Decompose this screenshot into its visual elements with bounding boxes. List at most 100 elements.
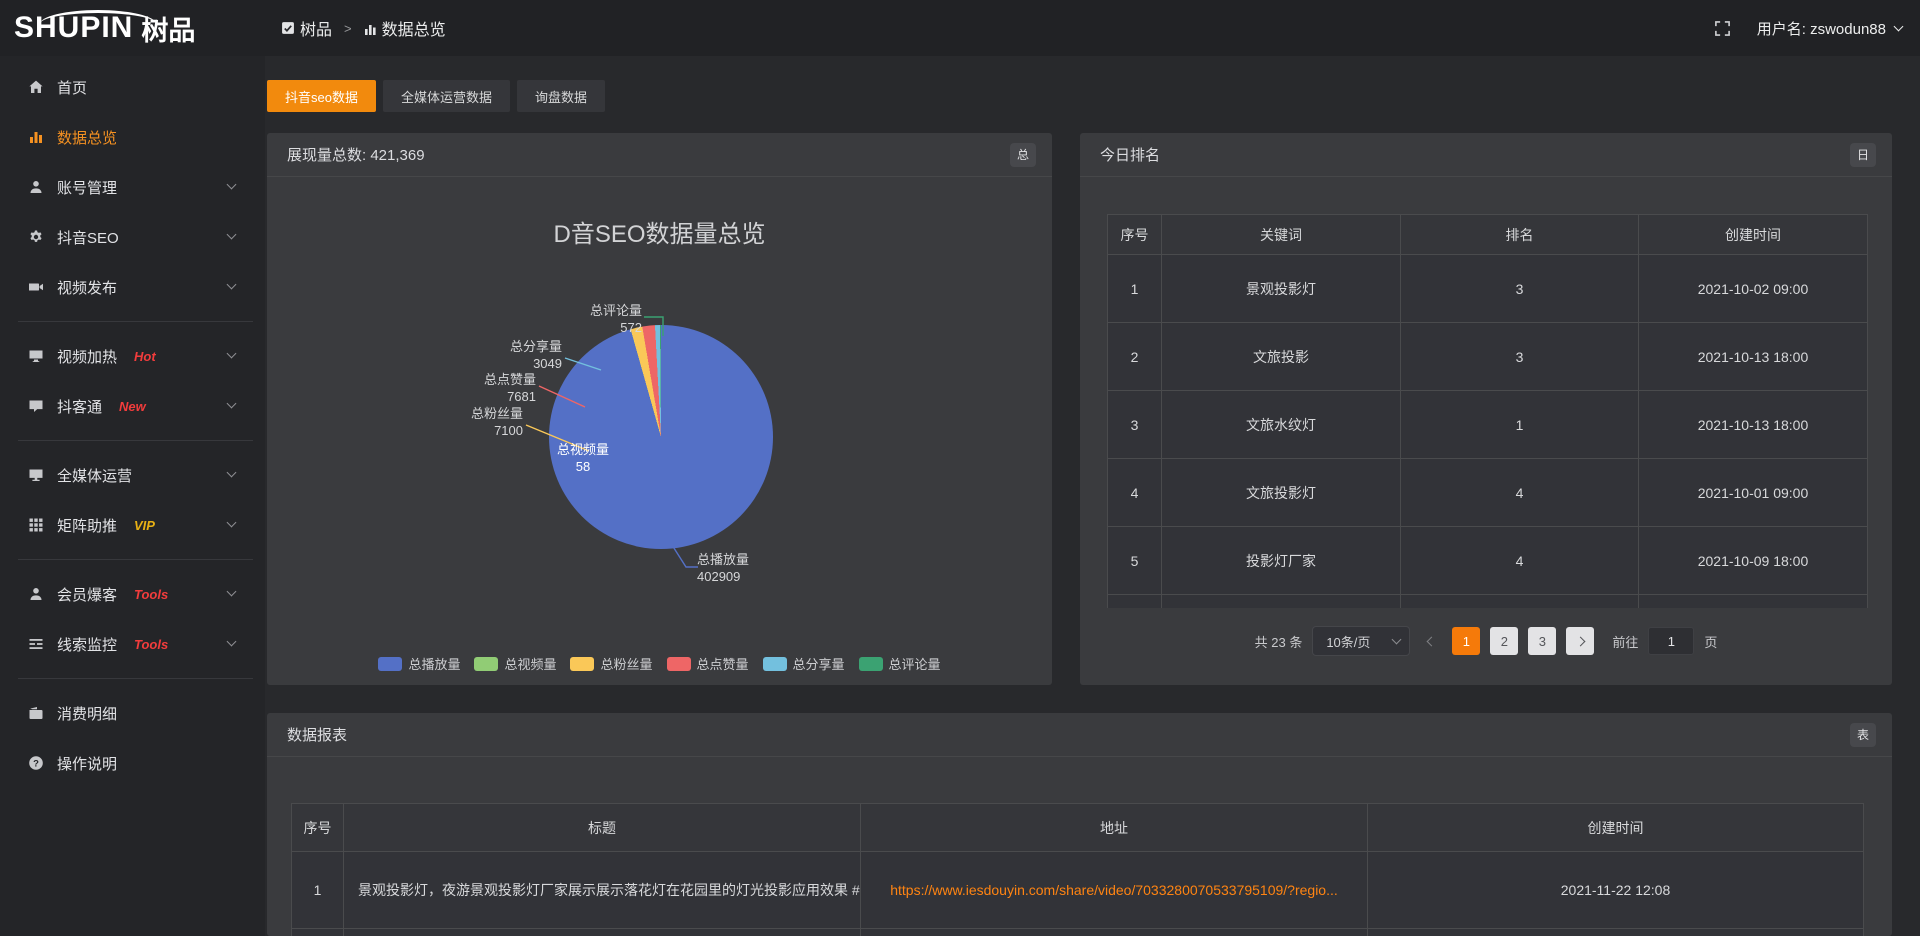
breadcrumb: 树品 > 数据总览 bbox=[281, 16, 446, 40]
app-square-icon bbox=[281, 21, 295, 35]
today-ranking-panel: 今日排名 日 序号 关键词 排名 创建时间 1 景观投影灯 3 bbox=[1080, 133, 1892, 685]
sidebar-divider bbox=[18, 678, 253, 679]
ranking-title: 今日排名 bbox=[1100, 144, 1160, 165]
app-logo[interactable]: SHUPIN 树品 bbox=[0, 9, 265, 48]
sidebar-item-video-heat[interactable]: 视频加热 Hot bbox=[0, 331, 265, 381]
page-button-1[interactable]: 1 bbox=[1452, 627, 1480, 655]
sidebar-item-matrix-boost[interactable]: 矩阵助推 VIP bbox=[0, 500, 265, 550]
help-icon: ? bbox=[27, 755, 44, 772]
monitor-icon bbox=[27, 467, 44, 484]
header-right: 用户名: zswodun88 bbox=[1714, 18, 1920, 39]
bar-chart-icon bbox=[364, 22, 377, 35]
home-icon bbox=[27, 79, 44, 96]
sidebar-item-instructions[interactable]: ? 操作说明 bbox=[0, 738, 265, 788]
legend-swatch bbox=[378, 657, 402, 671]
table-row-clipped bbox=[292, 929, 1864, 936]
breadcrumb-current: 数据总览 bbox=[382, 16, 446, 40]
sidebar-divider bbox=[18, 440, 253, 441]
new-badge: New bbox=[119, 399, 146, 414]
sidebar-item-douketong[interactable]: 抖客通 New bbox=[0, 381, 265, 431]
legend-swatch bbox=[859, 657, 883, 671]
legend-item-plays[interactable]: 总播放量 bbox=[378, 654, 460, 673]
table-row: 3 文旅水纹灯 1 2021-10-13 18:00 bbox=[1108, 391, 1868, 459]
data-report-panel: 数据报表 表 序号 标题 地址 创建时间 1 景观投影灯，夜游景观投影灯厂家展示… bbox=[267, 713, 1892, 936]
tab-omnimedia-data[interactable]: 全媒体运营数据 bbox=[383, 80, 510, 112]
table-row: 4 文旅投影灯 4 2021-10-01 09:00 bbox=[1108, 459, 1868, 527]
chat-bubble-icon bbox=[27, 398, 44, 415]
tools-badge: Tools bbox=[134, 587, 168, 602]
fullscreen-icon[interactable] bbox=[1714, 20, 1731, 37]
user-menu[interactable]: 用户名: zswodun88 bbox=[1757, 18, 1902, 39]
tools-badge: Tools bbox=[134, 637, 168, 652]
tab-douyin-seo-data[interactable]: 抖音seo数据 bbox=[267, 80, 376, 112]
goto-unit-label: 页 bbox=[1704, 632, 1717, 651]
goto-page-input[interactable] bbox=[1648, 627, 1694, 655]
table-row-clipped bbox=[1108, 595, 1868, 609]
pie-label-plays: 总播放量 402909 bbox=[697, 551, 787, 585]
chevron-down-icon bbox=[227, 399, 237, 409]
daily-view-badge[interactable]: 日 bbox=[1850, 143, 1876, 167]
page-size-select[interactable]: 10条/页 bbox=[1312, 626, 1410, 656]
sidebar-item-video-publish[interactable]: 视频发布 bbox=[0, 262, 265, 312]
report-table: 序号 标题 地址 创建时间 1 景观投影灯，夜游景观投影灯厂家展示展示落花灯在花… bbox=[291, 803, 1864, 936]
chevron-down-icon bbox=[227, 468, 237, 478]
grid-icon bbox=[27, 517, 44, 534]
ranking-table: 序号 关键词 排名 创建时间 1 景观投影灯 3 2021-10-02 09:0… bbox=[1107, 214, 1868, 608]
prev-page-button[interactable] bbox=[1420, 638, 1442, 645]
goto-label: 前往 bbox=[1612, 632, 1638, 651]
chevron-down-icon bbox=[227, 518, 237, 528]
tab-inquiry-data[interactable]: 询盘数据 bbox=[517, 80, 605, 112]
chevron-down-icon bbox=[227, 180, 237, 190]
next-page-button[interactable] bbox=[1566, 627, 1594, 655]
vip-badge: VIP bbox=[134, 518, 155, 533]
gear-icon bbox=[27, 229, 44, 246]
total-view-badge[interactable]: 总 bbox=[1010, 143, 1036, 167]
sidebar-item-lead-monitor[interactable]: 线索监控 Tools bbox=[0, 619, 265, 669]
legend-item-videos[interactable]: 总视频量 bbox=[474, 654, 556, 673]
pie-chart-title: D音SEO数据量总览 bbox=[267, 214, 1052, 249]
data-tabs: 抖音seo数据 全媒体运营数据 询盘数据 bbox=[267, 80, 1892, 112]
legend-item-fans[interactable]: 总粉丝量 bbox=[570, 654, 652, 673]
chevron-down-icon bbox=[227, 230, 237, 240]
table-row: 1 景观投影灯，夜游景观投影灯厂家展示展示落花灯在花园里的灯光投影应用效果 # … bbox=[292, 852, 1864, 929]
chevron-down-icon bbox=[227, 637, 237, 647]
table-view-badge[interactable]: 表 bbox=[1850, 723, 1876, 747]
sliders-icon bbox=[27, 636, 44, 653]
person-icon bbox=[27, 586, 44, 603]
legend-item-likes[interactable]: 总点赞量 bbox=[667, 654, 749, 673]
sidebar-item-douyin-seo[interactable]: 抖音SEO bbox=[0, 212, 265, 262]
bar-chart-icon bbox=[27, 129, 44, 146]
pie-label-fans: 总粉丝量 7100 bbox=[443, 405, 523, 439]
chart-legend: 总播放量 总视频量 总粉丝量 总点赞量 总分享量 bbox=[267, 654, 1052, 673]
sidebar-item-account-management[interactable]: 账号管理 bbox=[0, 162, 265, 212]
username-label: 用户名: zswodun88 bbox=[1757, 18, 1886, 39]
legend-item-shares[interactable]: 总分享量 bbox=[763, 654, 845, 673]
pie-label-comments: 总评论量 572 bbox=[562, 302, 642, 336]
breadcrumb-root[interactable]: 树品 bbox=[300, 16, 332, 40]
sidebar-divider bbox=[18, 559, 253, 560]
pagination-total: 共 23 条 bbox=[1255, 632, 1303, 651]
report-panel-header: 数据报表 表 bbox=[267, 713, 1892, 757]
table-header-row: 序号 关键词 排名 创建时间 bbox=[1108, 215, 1868, 255]
video-heat-icon bbox=[27, 348, 44, 365]
page-button-2[interactable]: 2 bbox=[1490, 627, 1518, 655]
sidebar-item-member-traffic[interactable]: 会员爆客 Tools bbox=[0, 569, 265, 619]
pie-label-videos: 总视频量 58 bbox=[553, 441, 613, 475]
video-link[interactable]: https://www.iesdouyin.com/share/video/70… bbox=[861, 852, 1368, 929]
sidebar-divider bbox=[18, 321, 253, 322]
pie-label-likes: 总点赞量 7681 bbox=[456, 371, 536, 405]
table-row: 5 投影灯厂家 4 2021-10-09 18:00 bbox=[1108, 527, 1868, 595]
legend-item-comments[interactable]: 总评论量 bbox=[859, 654, 941, 673]
main-content: 抖音seo数据 全媒体运营数据 询盘数据 展现量总数: 421,369 总 D音… bbox=[265, 56, 1920, 936]
sidebar-item-home[interactable]: 首页 bbox=[0, 62, 265, 112]
sidebar-item-omnimedia[interactable]: 全媒体运营 bbox=[0, 450, 265, 500]
page-button-3[interactable]: 3 bbox=[1528, 627, 1556, 655]
chevron-down-icon bbox=[227, 280, 237, 290]
sidebar-item-data-overview[interactable]: 数据总览 bbox=[0, 112, 265, 162]
table-row: 1 景观投影灯 3 2021-10-02 09:00 bbox=[1108, 255, 1868, 323]
chevron-down-icon bbox=[227, 349, 237, 359]
sidebar-item-consumption-detail[interactable]: 消费明细 bbox=[0, 688, 265, 738]
chart-panel-header: 展现量总数: 421,369 总 bbox=[267, 133, 1052, 177]
legend-swatch bbox=[763, 657, 787, 671]
pie-chart[interactable] bbox=[549, 325, 773, 549]
